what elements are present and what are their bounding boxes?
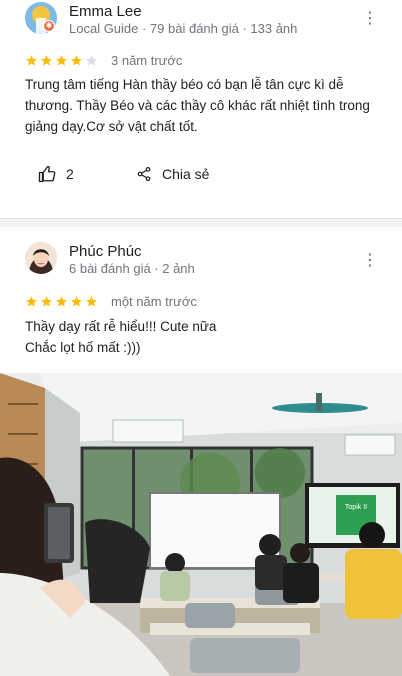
star-filled-icon	[41, 55, 52, 66]
review-text: Trung tâm tiếng Hàn thầy béo có bạn lễ t…	[25, 77, 370, 134]
review-card-phuc-phuc: Phúc Phúc 6 bài đánh giá · 2 ảnh ⋮ một n…	[0, 226, 402, 676]
review-date: 3 năm trước	[111, 53, 183, 68]
thumb-up-icon	[38, 165, 56, 183]
share-button[interactable]: Chia sẻ	[136, 165, 209, 183]
share-label: Chia sẻ	[162, 166, 210, 182]
rating-stars	[25, 54, 98, 67]
reviewer-meta: 6 bài đánh giá · 2 ảnh	[69, 261, 195, 276]
share-icon	[137, 167, 151, 181]
star-filled-icon	[71, 55, 82, 66]
more-options-icon[interactable]: ⋮	[362, 9, 378, 29]
star-filled-icon	[86, 296, 97, 307]
local-guide-badge-icon: ✱	[43, 20, 55, 32]
star-filled-icon	[56, 296, 67, 307]
review-card-emma-lee: ✱ Emma Lee Local Guide · 79 bài đánh giá…	[0, 0, 402, 218]
star-filled-icon	[56, 55, 67, 66]
star-filled-icon	[26, 296, 37, 307]
reviewer-name[interactable]: Phúc Phúc	[69, 243, 142, 260]
reviewer-name[interactable]: Emma Lee	[69, 3, 142, 20]
star-filled-icon	[41, 296, 52, 307]
reviewer-meta: Local Guide · 79 bài đánh giá · 133 ảnh	[69, 21, 298, 36]
rating-stars	[25, 295, 98, 308]
like-button[interactable]: 2	[38, 165, 74, 183]
star-empty-icon	[86, 55, 97, 66]
like-count: 2	[66, 166, 74, 182]
star-filled-icon	[26, 55, 37, 66]
reviewer-avatar[interactable]	[25, 242, 57, 274]
review-photo[interactable]: Topik II	[0, 373, 402, 676]
review-date: một năm trước	[111, 294, 197, 309]
review-text-line-1: Thầy dạy rất rễ hiểu!!! Cute nữa	[25, 319, 217, 334]
star-filled-icon	[71, 296, 82, 307]
review-text-line-2: Chắc lọt hố mất :)))	[25, 340, 141, 355]
more-options-icon[interactable]: ⋮	[362, 251, 378, 271]
tv-screen-text: Topik II	[345, 504, 367, 511]
